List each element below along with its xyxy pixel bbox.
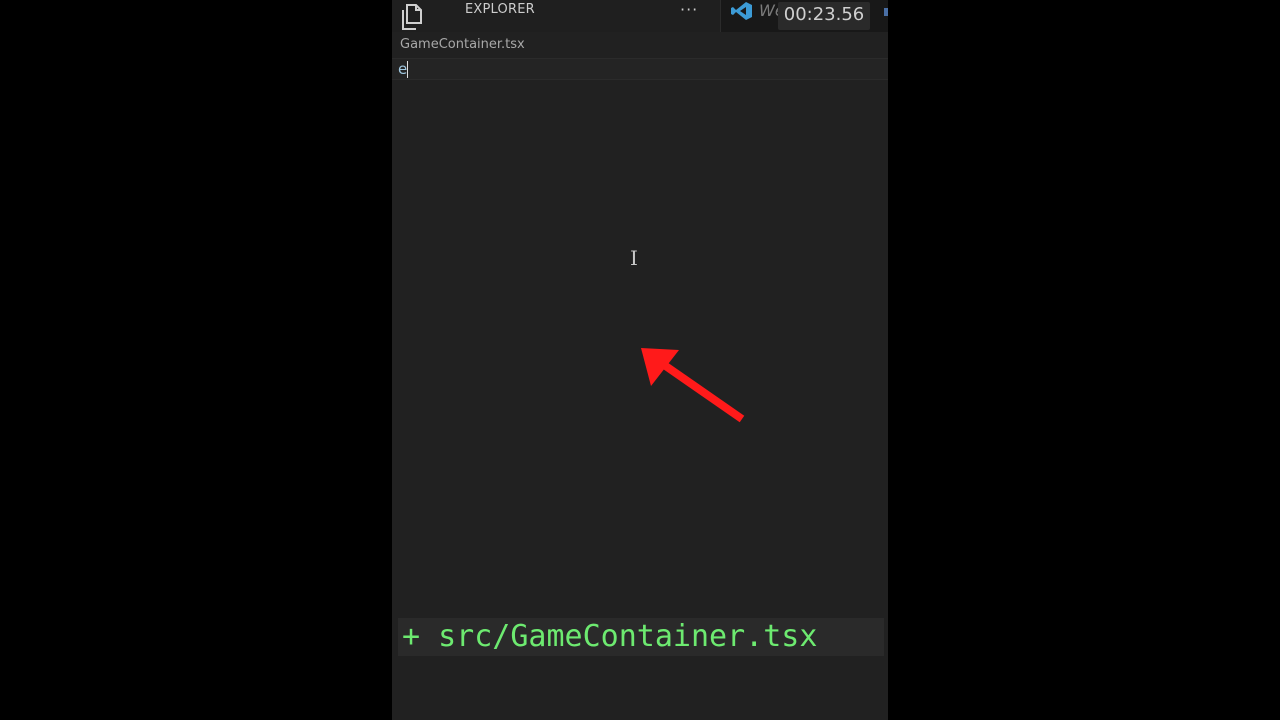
ibeam-cursor-icon: I: [630, 246, 638, 270]
vscode-icon: [731, 1, 753, 21]
vscode-window: EXPLORER ··· Welcome 00:23.56 GameContai…: [392, 0, 888, 720]
new-file-input[interactable]: [396, 59, 878, 79]
tab-edge-indicator: [884, 8, 888, 16]
new-file-label: GameContainer.tsx: [400, 37, 525, 52]
file-path-caption: + src/GameContainer.tsx: [398, 618, 884, 656]
files-icon[interactable]: [396, 2, 424, 32]
red-arrow-icon: [637, 342, 752, 432]
explorer-title: EXPLORER: [465, 2, 535, 17]
title-bar: EXPLORER ··· Welcome 00:23.56: [392, 0, 888, 32]
timer-overlay: 00:23.56: [778, 2, 870, 30]
caption-text: + src/GameContainer.tsx: [402, 619, 818, 654]
more-actions-button[interactable]: ···: [680, 0, 698, 19]
text-cursor: [407, 61, 408, 78]
new-file-input-row: [392, 58, 888, 80]
